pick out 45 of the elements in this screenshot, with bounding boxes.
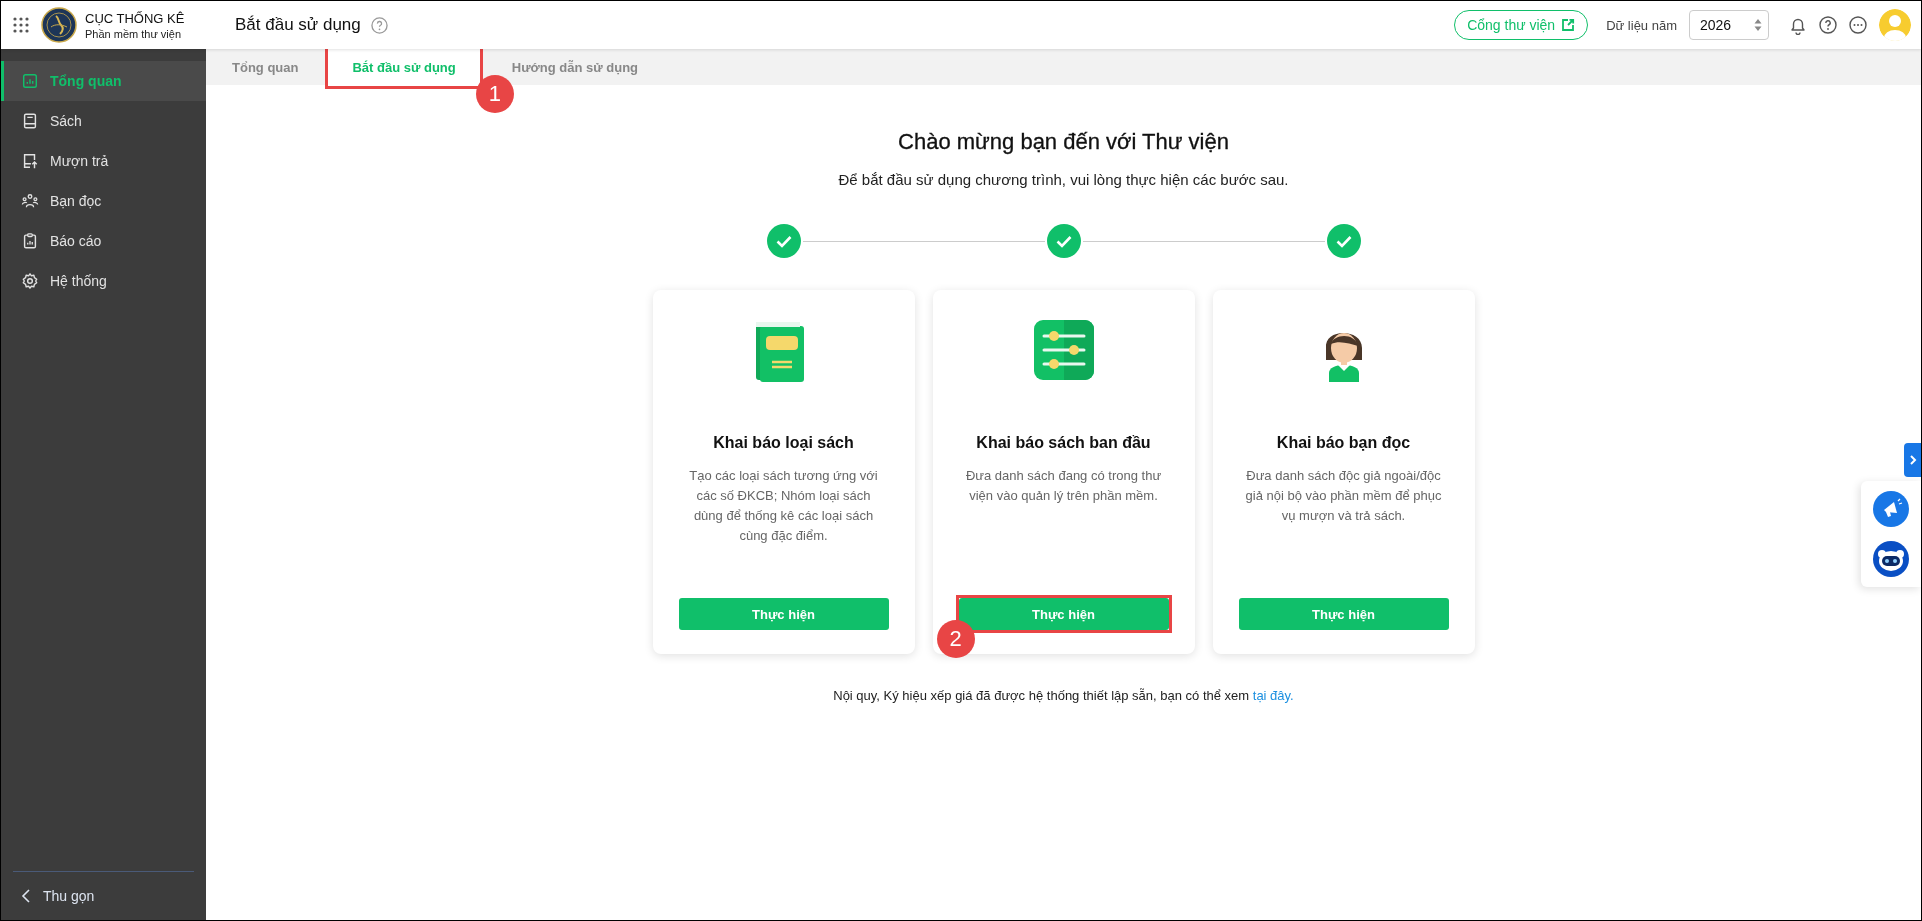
tab[interactable]: Bắt đầu sử dụng	[328, 49, 480, 85]
card-description: Tạo các loại sách tương ứng với các số ĐKCB; Nhóm loại sách dùng để thống kê các loại sách cùng đặc điểm.	[688, 467, 879, 545]
sidebar-item[interactable]: Bạn đọc	[1, 181, 206, 221]
card-description: Đưa danh sách độc giả ngoài/độc giả nội bộ vào phần mềm để phục vụ mượn và trả sách.	[1245, 467, 1442, 525]
apps-grid-icon[interactable]	[13, 17, 29, 33]
chevron-left-icon	[21, 888, 31, 904]
more-icon[interactable]	[1849, 16, 1867, 34]
action-button[interactable]: Thực hiện	[958, 598, 1169, 630]
chevron-right-icon	[1908, 455, 1917, 465]
action-button[interactable]: Thực hiện	[678, 598, 889, 630]
tab[interactable]: Tổng quan	[206, 49, 325, 85]
spinner-arrows-icon[interactable]	[1754, 18, 1762, 32]
card-description: Đưa danh sách đang có trong thư viện vào quản lý trên phần mềm.	[965, 467, 1162, 505]
collapse-button[interactable]: Thu gọn	[13, 888, 95, 904]
chart-icon	[21, 72, 39, 90]
year-label: Dữ liệu năm	[1606, 17, 1677, 33]
page-title: Bắt đầu sử dụng	[235, 15, 361, 35]
app-title: CỤC THỐNG KÊ	[85, 10, 185, 26]
app-subtitle: Phần mềm thư viện	[85, 27, 183, 40]
year-field[interactable]: 2026	[1689, 10, 1769, 40]
expand-tab[interactable]	[1904, 443, 1921, 477]
welcome-subtitle: Để bắt đầu sử dụng chương trình, vui lòng thực hiện các bước sau.	[838, 171, 1289, 188]
here-link[interactable]: tại đây.	[1252, 688, 1294, 703]
sidebar-item[interactable]: Báo cáo	[1, 221, 206, 261]
help-icon[interactable]	[1819, 16, 1837, 34]
portal-button[interactable]: Cổng thư viện	[1454, 10, 1589, 40]
people-icon	[21, 192, 39, 210]
sidebar-item[interactable]: Mượn trả	[1, 141, 206, 181]
footer-note: Nội quy, Ký hiệu xếp giá đã được hệ thống thiết lập sẵn, bạn có thể xem tại đây.	[833, 688, 1294, 703]
sidebar-item[interactable]: Tổng quan	[1, 61, 206, 101]
card-title: Khai báo sách ban đầu	[976, 434, 1151, 452]
settings-icon	[21, 272, 39, 290]
clipboard-icon	[21, 232, 39, 250]
external-link-icon	[1561, 18, 1576, 32]
sidebar-item[interactable]: Hệ thống	[1, 261, 206, 301]
book-icon	[21, 112, 39, 130]
megaphone-icon[interactable]	[1873, 491, 1909, 527]
emblem-logo	[41, 7, 77, 43]
robot-icon[interactable]	[1873, 541, 1909, 577]
sidebar-item[interactable]: Sách	[1, 101, 206, 141]
book-upload-icon	[21, 152, 39, 170]
action-button[interactable]: Thực hiện	[1238, 598, 1449, 630]
welcome-title: Chào mừng bạn đến với Thư viện	[898, 129, 1229, 155]
card-title: Khai báo bạn đọc	[1276, 434, 1411, 452]
card-title: Khai báo loại sách	[713, 434, 854, 452]
